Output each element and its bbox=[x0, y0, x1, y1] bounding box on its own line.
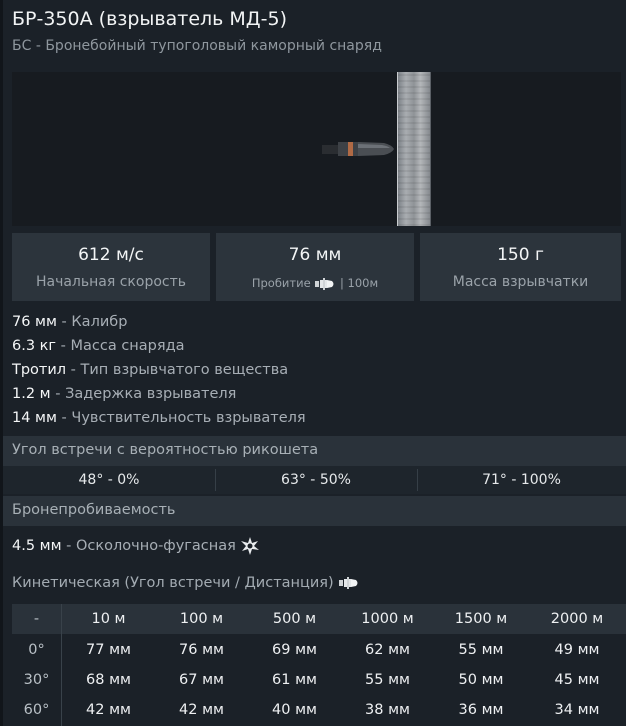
column-header: 10 м bbox=[91, 611, 126, 627]
ricochet-cell: 63° - 50% bbox=[281, 472, 351, 488]
table-divider bbox=[61, 604, 62, 726]
explosion-icon bbox=[241, 537, 260, 555]
ricochet-cell: 48° - 0% bbox=[78, 472, 140, 488]
property-mass: 6.3 кг - Масса снаряда bbox=[12, 338, 185, 354]
table-row: 0° 77 мм 76 мм 69 мм 62 мм 55 мм 49 мм bbox=[12, 635, 626, 665]
table-cell: 49 мм bbox=[554, 642, 600, 658]
table-cell: 55 мм bbox=[365, 672, 410, 688]
row-angle: 60° bbox=[23, 702, 50, 718]
table-cell: 69 мм bbox=[272, 642, 317, 658]
armor-plate-image bbox=[397, 72, 431, 226]
property-explosive-type: Тротил - Тип взрывчатого вещества bbox=[12, 362, 289, 378]
velocity-value: 612 м/с bbox=[78, 245, 144, 265]
velocity-label: Начальная скорость bbox=[35, 274, 187, 290]
row-angle: 0° bbox=[28, 642, 45, 658]
penetration-label: Пробитие bbox=[251, 276, 311, 290]
penetration-detail: Пробитие | 100м bbox=[216, 276, 414, 290]
ricochet-cell: 71° - 100% bbox=[482, 472, 561, 488]
table-cell: 61 мм bbox=[272, 672, 317, 688]
trajectory-trace bbox=[12, 147, 312, 149]
explosive-value: 150 г bbox=[497, 245, 544, 265]
column-header: 1500 м bbox=[454, 611, 508, 627]
row-angle: 30° bbox=[23, 672, 50, 688]
penetration-range: | 100м bbox=[339, 276, 379, 290]
table-cell: 45 мм bbox=[554, 672, 600, 688]
table-cell: 62 мм bbox=[365, 642, 410, 658]
explosive-stat: 150 г Масса взрывчатки bbox=[420, 233, 621, 301]
penetration-table: - 10 м 100 м 500 м 1000 м 1500 м 2000 м … bbox=[12, 604, 626, 726]
kinetic-heading: Кинетическая (Угол встречи / Дистанция) bbox=[12, 575, 334, 591]
table-cell: 40 мм bbox=[272, 702, 317, 718]
table-row: 60° 42 мм 42 мм 40 мм 38 мм 36 мм 34 мм bbox=[12, 695, 626, 725]
property-caliber: 76 мм - Калибр bbox=[12, 314, 128, 330]
table-cell: 38 мм bbox=[365, 702, 410, 718]
property-fuse-delay: 1.2 м - Задержка взрывателя bbox=[12, 386, 237, 402]
property-fuse-sensitivity: 14 мм - Чувствительность взрывателя bbox=[12, 410, 306, 426]
penetration-value: 76 мм bbox=[288, 245, 342, 265]
column-header: 100 м bbox=[179, 611, 224, 627]
panel-edge bbox=[0, 0, 3, 726]
frag-desc: Осколочно-фугасная bbox=[76, 538, 236, 554]
projectile-image bbox=[322, 142, 394, 156]
table-cell: 42 мм bbox=[86, 702, 131, 718]
shell-subtitle: БС - Бронебойный тупоголовый каморный сн… bbox=[12, 38, 382, 54]
table-cell: 55 мм bbox=[458, 642, 504, 658]
velocity-stat: 612 м/с Начальная скорость bbox=[12, 233, 210, 301]
shell-info-panel: БР-350А (взрыватель МД-5) БС - Бронебойн… bbox=[0, 0, 626, 726]
table-cell: 68 мм bbox=[86, 672, 131, 688]
column-header: 1000 м bbox=[361, 611, 414, 627]
shell-icon bbox=[315, 277, 334, 290]
shell-title: БР-350А (взрыватель МД-5) bbox=[12, 8, 287, 30]
table-cell: 36 мм bbox=[458, 702, 504, 718]
armor-penetration-heading: Бронепробиваемость bbox=[12, 502, 176, 518]
ricochet-header: Угол встречи с вероятностью рикошета bbox=[3, 436, 626, 466]
explosive-label: Масса взрывчатки bbox=[452, 274, 589, 290]
penetration-stat: 76 мм Пробитие | 100м bbox=[216, 233, 414, 301]
table-cell: 50 мм bbox=[458, 672, 504, 688]
ricochet-row: 48° - 0% 63° - 50% 71° - 100% bbox=[3, 466, 626, 494]
table-row: 30° 68 мм 67 мм 61 мм 55 мм 50 мм 45 мм bbox=[12, 665, 626, 695]
table-cell: 76 мм bbox=[179, 642, 224, 658]
shell-preview-image bbox=[12, 72, 621, 226]
table-header-row: - 10 м 100 м 500 м 1000 м 1500 м 2000 м bbox=[12, 604, 626, 634]
kinetic-heading-row: Кинетическая (Угол встречи / Дистанция) bbox=[12, 575, 360, 591]
table-cell: 42 мм bbox=[179, 702, 224, 718]
table-cell: 34 мм bbox=[554, 702, 600, 718]
shell-properties: 76 мм - Калибр 6.3 кг - Масса снаряда Тр… bbox=[12, 312, 306, 432]
column-header: - bbox=[33, 611, 40, 627]
table-cell: 77 мм bbox=[86, 642, 131, 658]
armor-penetration-header: Бронепробиваемость bbox=[3, 496, 626, 526]
frag-value: 4.5 мм bbox=[12, 538, 62, 554]
shell-icon bbox=[339, 577, 358, 589]
table-cell: 67 мм bbox=[179, 672, 224, 688]
column-header: 2000 м bbox=[550, 611, 604, 627]
fragmentation-row: 4.5 мм - Осколочно-фугасная bbox=[12, 536, 260, 556]
column-header: 500 м bbox=[272, 611, 317, 627]
ricochet-heading: Угол встречи с вероятностью рикошета bbox=[12, 442, 319, 458]
